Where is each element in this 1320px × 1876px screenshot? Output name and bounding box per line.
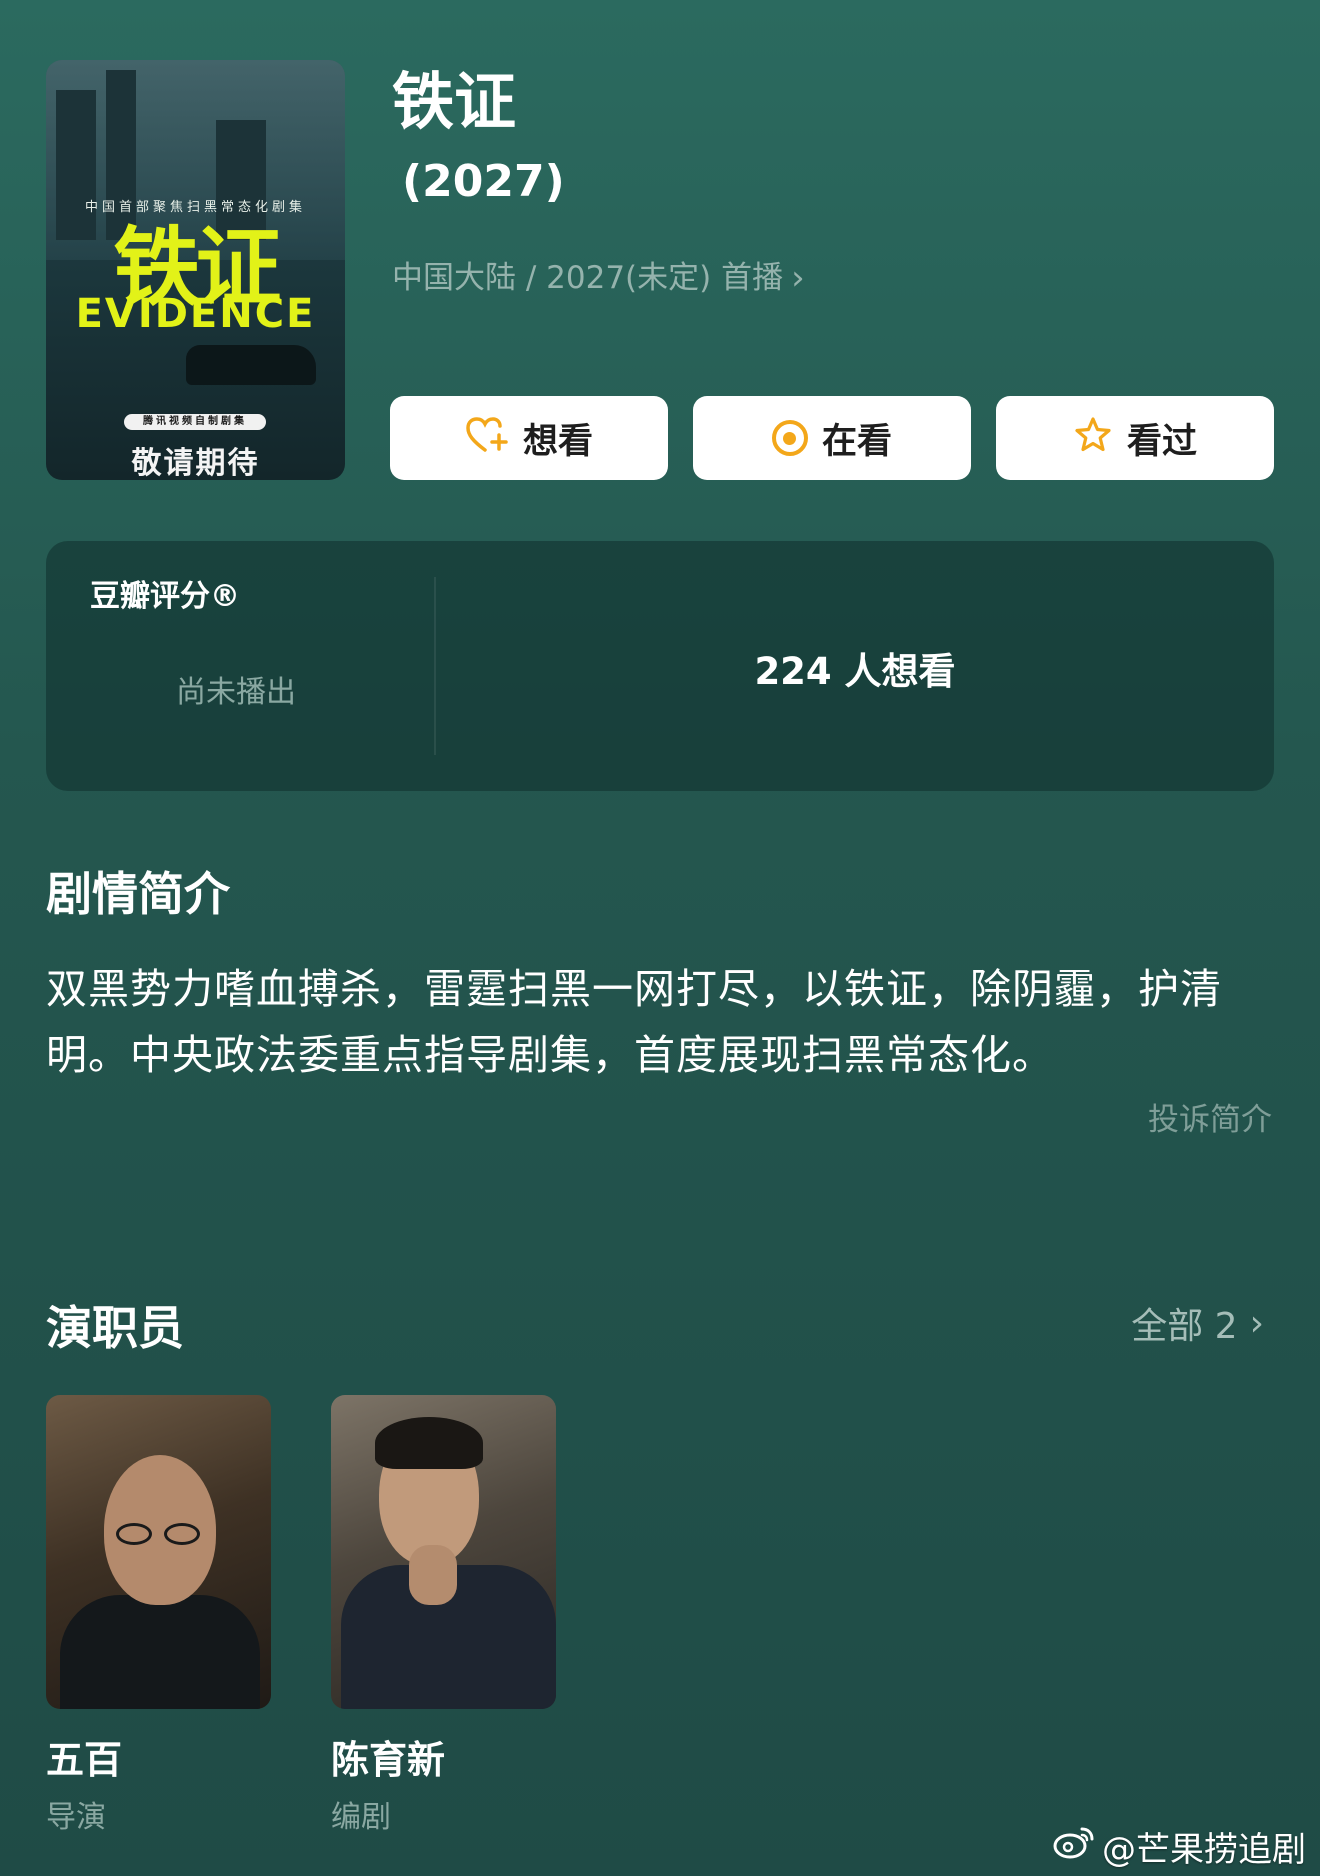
- want-to-watch-label: 想看: [522, 421, 593, 462]
- poster-tagline: 中国首部聚焦扫黑常态化剧集: [84, 200, 306, 215]
- chevron-right-icon: ›: [1249, 1302, 1264, 1344]
- watermark: @芒果捞追剧: [1052, 1822, 1306, 1871]
- watched-button[interactable]: 看过: [996, 396, 1274, 480]
- weibo-icon: [1052, 1824, 1096, 1869]
- page-title: 铁证: [392, 65, 517, 138]
- synopsis-title: 剧情简介: [46, 867, 230, 921]
- meta-text: 中国大陆 / 2027(未定) 首播: [392, 260, 784, 296]
- cast-role: 编剧: [331, 1800, 391, 1835]
- poster-badge: 腾讯视频自制剧集: [124, 414, 266, 430]
- cast-title: 演职员: [46, 1301, 184, 1355]
- watermark-text: @芒果捞追剧: [1102, 1830, 1306, 1870]
- cast-name: 陈育新: [331, 1738, 446, 1782]
- watched-label: 看过: [1126, 421, 1197, 462]
- target-icon: [771, 420, 808, 456]
- report-synopsis-link[interactable]: 投诉简介: [1148, 1094, 1272, 1139]
- avatar: [331, 1395, 556, 1709]
- avatar: [46, 1395, 271, 1709]
- rating-card: 豆瓣评分® 尚未播出 224 人想看: [46, 541, 1274, 791]
- action-buttons: 想看 在看 看过: [390, 396, 1274, 480]
- poster-english-title: EVIDENCE: [75, 291, 316, 337]
- douban-rating-label: 豆瓣评分®: [90, 579, 240, 614]
- poster-coming-soon: 敬请期待: [131, 446, 260, 480]
- release-year: (2027): [402, 156, 565, 207]
- cast-name: 五百: [46, 1738, 123, 1782]
- rating-status: 尚未播出: [176, 675, 296, 710]
- want-count[interactable]: 224 人想看: [436, 641, 1274, 695]
- star-icon: [1073, 415, 1113, 461]
- poster-car: [186, 345, 316, 385]
- cast-card[interactable]: 五百 导演: [46, 1395, 271, 1836]
- watching-label: 在看: [821, 421, 892, 462]
- want-to-watch-button[interactable]: 想看: [390, 396, 668, 480]
- meta-info-link[interactable]: 中国大陆 / 2027(未定) 首播 ›: [392, 256, 805, 300]
- poster-image[interactable]: 中国首部聚焦扫黑常态化剧集 铁证 EVIDENCE 腾讯视频自制剧集 敬请期待: [46, 60, 345, 480]
- chevron-right-icon: ›: [791, 258, 805, 298]
- synopsis-text: 双黑势力嗜血搏杀，雷霆扫黑一网打尽，以铁证，除阴霾，护清明。中央政法委重点指导剧…: [46, 965, 1222, 1079]
- cast-card[interactable]: 陈育新 编剧: [331, 1395, 556, 1836]
- heart-plus-icon: [465, 415, 509, 461]
- watching-button[interactable]: 在看: [693, 396, 971, 480]
- cast-all-label: 全部 2: [1131, 1306, 1238, 1347]
- cast-role: 导演: [46, 1800, 106, 1835]
- cast-all-link[interactable]: 全部 2 ›: [1131, 1297, 1264, 1349]
